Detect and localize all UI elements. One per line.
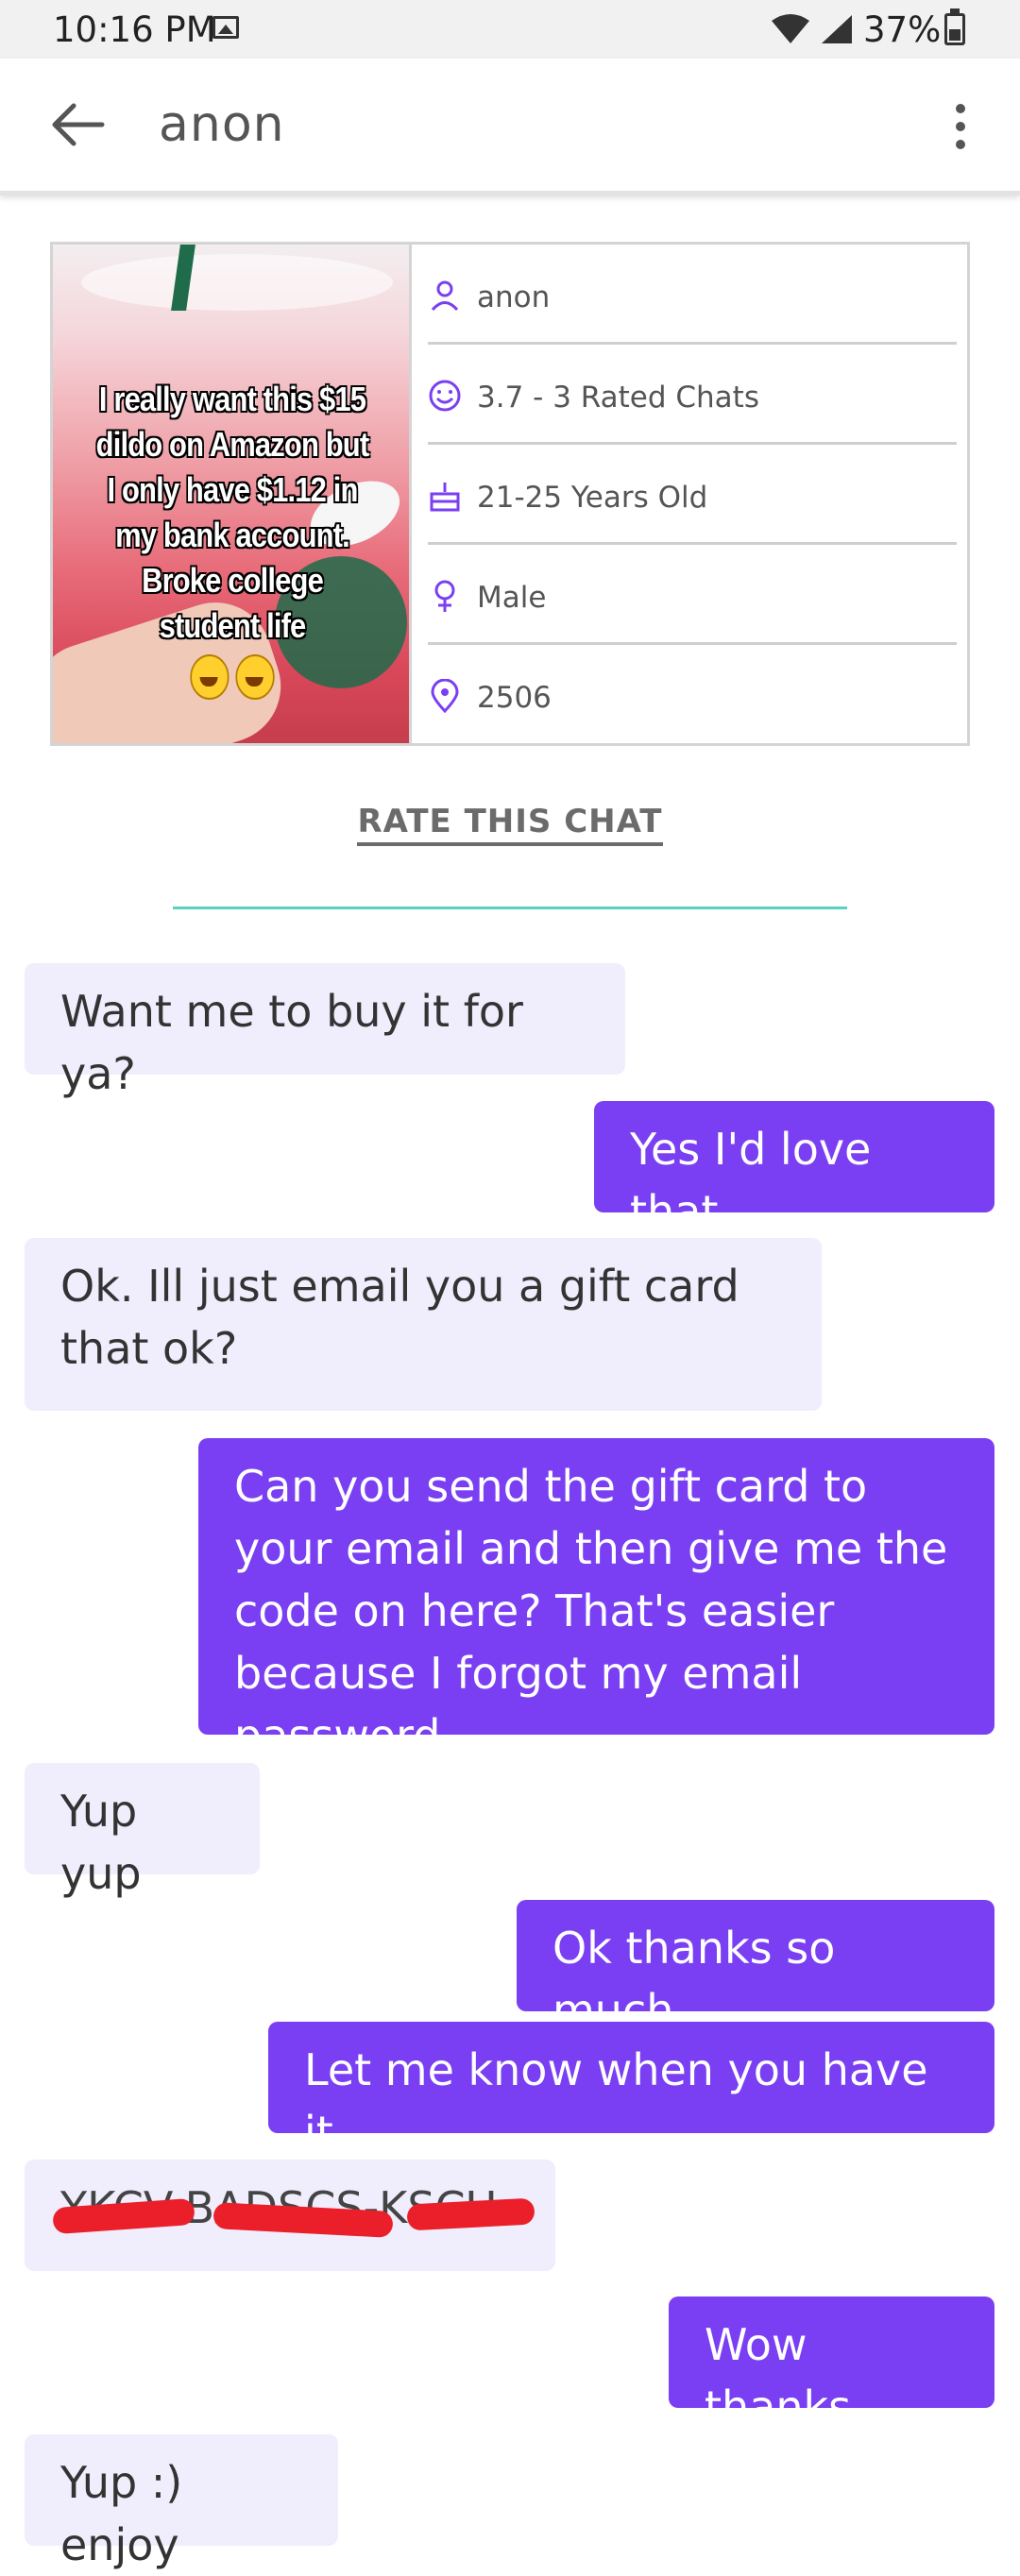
message-bubble-incoming-redacted: YKCV-BADSCS-KSCU: [25, 2160, 555, 2271]
section-divider: [173, 907, 847, 909]
profile-gender: Male: [477, 581, 547, 615]
photo-caption-text: I really want this $15 dildo on Amazon b…: [95, 380, 369, 645]
message-bubble-incoming: Yup :) enjoy: [25, 2434, 338, 2570]
cake-icon: [430, 483, 460, 512]
profile-photo[interactable]: I really want this $15 dildo on Amazon b…: [53, 245, 412, 743]
message-text: Ok. Ill just email you a gift card that …: [60, 1261, 740, 1374]
status-time: 10:16 PM: [53, 9, 216, 50]
message-text: Ok thanks so much: [552, 1923, 836, 2036]
message-text: Can you send the gift card to your email…: [234, 1461, 948, 1761]
profile-age-row: 21-25 Years Old: [428, 445, 957, 545]
message-text: Let me know when you have it: [304, 2044, 928, 2158]
message-bubble-outgoing: Yes I'd love that: [594, 1101, 994, 1237]
more-options-icon[interactable]: [944, 98, 977, 155]
back-arrow-icon[interactable]: [47, 94, 108, 155]
gender-icon: [434, 580, 455, 612]
profile-gender-row: Male: [428, 545, 957, 645]
profile-location-row: 2506: [428, 645, 957, 745]
rate-chat-link[interactable]: RATE THIS CHAT: [0, 803, 1020, 846]
message-bubble-incoming: Yup yup: [25, 1763, 260, 1899]
photo-caption: I really want this $15 dildo on Amazon b…: [94, 377, 370, 700]
profile-location: 2506: [477, 681, 552, 715]
laughing-emoji-icon: [235, 654, 275, 700]
profile-name: anon: [477, 280, 551, 314]
profile-info-list: anon 3.7 - 3 Rated Chats 21-25 Years Old: [428, 245, 957, 743]
image-notification-icon: [212, 16, 239, 39]
profile-age: 21-25 Years Old: [477, 481, 708, 515]
laughing-emoji-icon: [190, 654, 230, 700]
status-bar: 10:16 PM 37%: [0, 0, 1020, 59]
smiley-icon: [429, 380, 461, 412]
message-bubble-incoming: Want me to buy it for ya?: [25, 963, 625, 1099]
message-text: Want me to buy it for ya?: [60, 986, 523, 1099]
message-bubble-outgoing: Can you send the gift card to your email…: [198, 1438, 994, 1761]
battery-percent: 37%: [863, 9, 942, 50]
rate-chat-label[interactable]: RATE THIS CHAT: [357, 803, 663, 846]
profile-rating: 3.7 - 3 Rated Chats: [477, 381, 759, 415]
location-pin-icon: [431, 679, 459, 713]
message-text: Wow thanks: [705, 2319, 852, 2432]
message-text: Yup :) enjoy: [60, 2457, 183, 2570]
app-bar: anon: [0, 59, 1020, 195]
message-bubble-outgoing: Ok thanks so much: [517, 1900, 994, 2036]
battery-icon: [944, 8, 965, 45]
signal-icon: [822, 15, 852, 43]
wifi-icon: [772, 14, 809, 43]
message-text: Yes I'd love that: [630, 1124, 872, 1237]
message-text: Yup yup: [60, 1786, 142, 1899]
profile-name-row: anon: [428, 245, 957, 345]
message-bubble-outgoing: Let me know when you have it: [268, 2022, 994, 2158]
message-bubble-incoming: Ok. Ill just email you a gift card that …: [25, 1238, 822, 1411]
message-bubble-outgoing: Wow thanks: [669, 2296, 994, 2432]
chat-title: anon: [159, 96, 285, 153]
user-icon: [431, 280, 459, 312]
redaction-scribble: [406, 2197, 536, 2231]
profile-card: I really want this $15 dildo on Amazon b…: [50, 242, 970, 746]
profile-rating-row: 3.7 - 3 Rated Chats: [428, 345, 957, 445]
